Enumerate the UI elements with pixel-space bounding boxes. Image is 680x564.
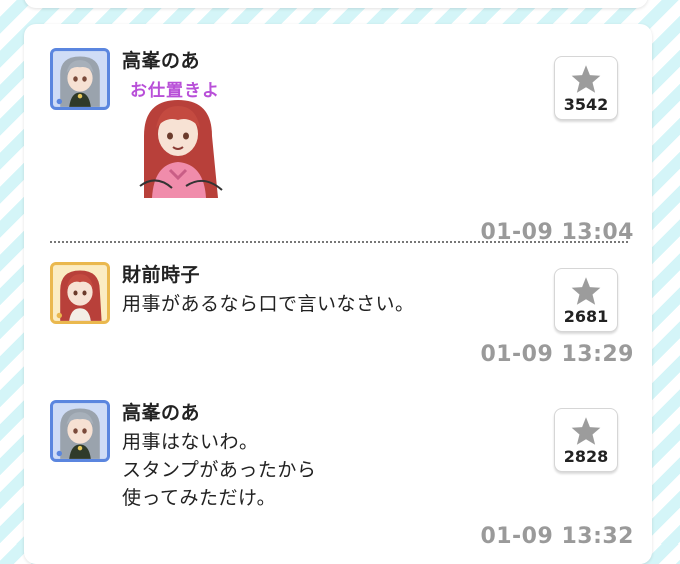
stamp-character-icon [139, 100, 223, 198]
post-message: 用事があるなら口で言いなさい。 [122, 293, 415, 315]
post-item: 高峯のあ 用事はないわ。 スタンプがあったから 使ってみただけ。 2828 01… [50, 400, 634, 549]
star-icon [571, 417, 601, 445]
star-icon [571, 277, 601, 305]
star-icon [571, 65, 601, 93]
tokiko-avatar-icon[interactable] [50, 262, 110, 324]
post-message: 用事はないわ。 スタンプがあったから 使ってみただけ。 [122, 431, 317, 509]
noa-avatar-icon[interactable] [50, 400, 110, 462]
like-count: 2681 [563, 307, 609, 326]
post-thread-card: 高峯のあ お仕置きよ 3542 01-09 13:04 財前時子 用事があるなら… [24, 24, 652, 564]
stamp-caption: お仕置きよ [130, 81, 220, 101]
like-button[interactable]: 2681 [554, 268, 618, 332]
post-item: 高峯のあ お仕置きよ 3542 01-09 13:04 [50, 48, 634, 245]
like-button[interactable]: 3542 [554, 56, 618, 120]
like-count: 2828 [563, 447, 609, 466]
post-timestamp: 01-09 13:29 [480, 342, 634, 367]
post-author: 財前時子 [122, 264, 201, 286]
post-divider [50, 241, 628, 243]
post-timestamp: 01-09 13:32 [480, 524, 634, 549]
post-author: 高峯のあ [122, 50, 201, 72]
post-item: 財前時子 用事があるなら口で言いなさい。 2681 01-09 13:29 [50, 262, 634, 382]
previous-post-card [24, 0, 648, 8]
post-author: 高峯のあ [122, 402, 201, 424]
like-button[interactable]: 2828 [554, 408, 618, 472]
stamp-image: お仕置きよ [126, 72, 256, 208]
like-count: 3542 [563, 95, 609, 114]
noa-avatar-icon[interactable] [50, 48, 110, 110]
